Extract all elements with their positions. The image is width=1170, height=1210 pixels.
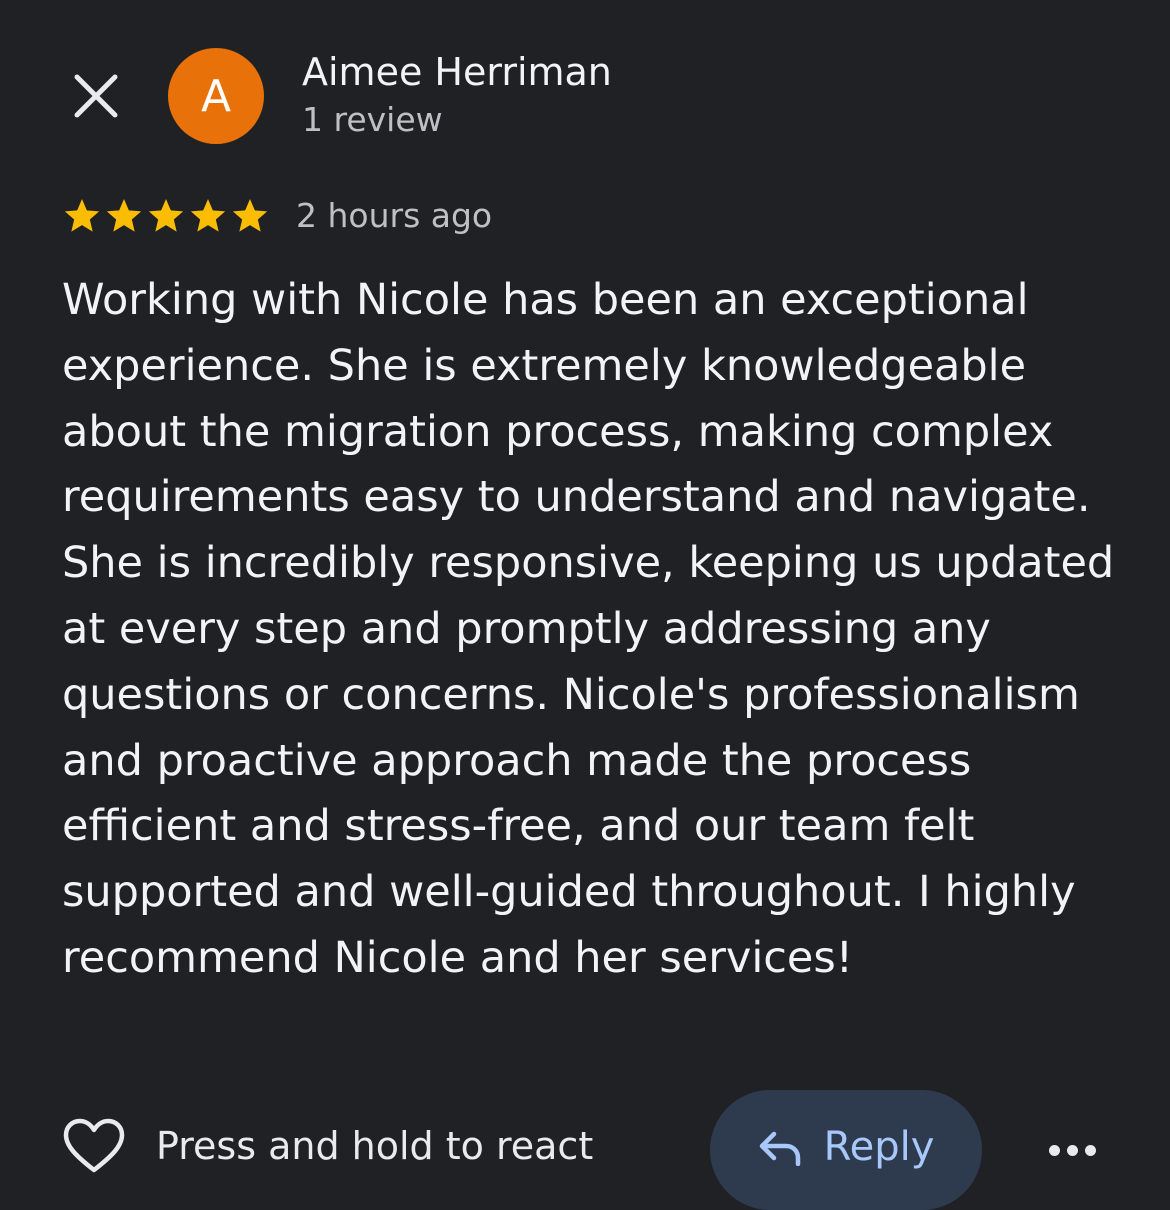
reply-arrow-icon	[759, 1131, 800, 1166]
author-review-count: 1 review	[302, 100, 443, 139]
review-timestamp: 2 hours ago	[296, 196, 493, 235]
star-icon	[190, 199, 226, 232]
star-rating	[62, 196, 270, 236]
more-horizontal-icon	[1048, 1144, 1060, 1156]
react-button[interactable]: Press and hold to react	[62, 1118, 593, 1174]
star-icon	[64, 199, 100, 232]
star-icon	[148, 199, 184, 232]
close-button[interactable]	[66, 66, 126, 126]
avatar-initial: A	[200, 70, 232, 122]
more-options-button[interactable]	[1040, 1130, 1104, 1170]
heart-outline-icon	[63, 1118, 125, 1173]
author-name[interactable]: Aimee Herriman	[302, 50, 612, 94]
star-icon	[106, 199, 142, 232]
avatar[interactable]: A	[168, 48, 264, 144]
reply-button[interactable]: Reply	[710, 1090, 982, 1210]
star-icon	[232, 199, 268, 232]
react-label: Press and hold to react	[156, 1124, 594, 1168]
more-dot	[1084, 1144, 1096, 1156]
review-text: Working with Nicole has been an exceptio…	[62, 275, 1115, 983]
reply-label: Reply	[823, 1124, 935, 1170]
more-dot	[1066, 1144, 1078, 1156]
close-icon	[74, 74, 118, 118]
